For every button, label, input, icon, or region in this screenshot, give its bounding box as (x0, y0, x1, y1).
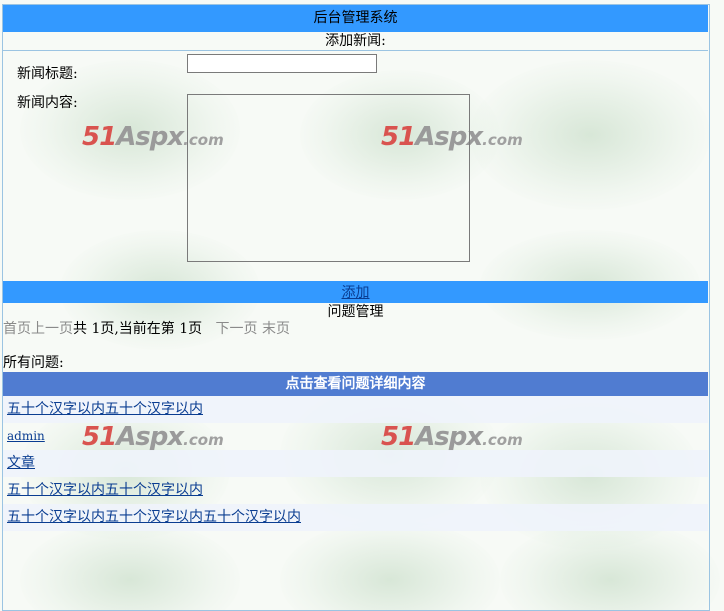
table-row: 五十个汉字以内五十个汉字以内 (3, 477, 708, 504)
divider (3, 50, 708, 51)
add-bar: 添加 (3, 281, 708, 303)
table-row: 文章 (3, 450, 708, 477)
pager-next: 下一页 (215, 321, 258, 337)
news-content-label: 新闻内容: (17, 95, 78, 111)
table-row: 五十个汉字以内五十个汉字以内 (3, 396, 708, 423)
pager-first: 首页 (3, 321, 31, 337)
question-link[interactable]: 五十个汉字以内五十个汉字以内五十个汉字以内 (3, 509, 301, 525)
news-title-input[interactable] (187, 54, 377, 73)
question-link[interactable]: 五十个汉字以内五十个汉字以内 (3, 401, 203, 417)
pager-last: 末页 (261, 321, 290, 337)
table-row: 五十个汉字以内五十个汉字以内五十个汉字以内 (3, 504, 708, 531)
pager: 首页上一页共 1页,当前在第 1页 下一页 末页 (3, 320, 290, 338)
pager-prev: 上一页 (31, 321, 73, 337)
question-management-heading: 问题管理 (327, 304, 384, 320)
add-button[interactable]: 添加 (342, 285, 370, 301)
page-title: 后台管理系统 (3, 5, 708, 32)
pager-summary: 共 1页,当前在第 1页 (73, 321, 203, 337)
question-link[interactable]: 五十个汉字以内五十个汉字以内 (3, 482, 203, 498)
news-content-textarea[interactable] (187, 94, 470, 262)
table-row: admin (3, 423, 708, 450)
table-header: 点击查看问题详细内容 (3, 372, 708, 396)
all-questions-label: 所有问题: (3, 355, 64, 371)
add-news-heading: 添加新闻: (325, 33, 386, 49)
news-title-label: 新闻标题: (17, 66, 78, 82)
question-link[interactable]: admin (3, 429, 45, 443)
question-link[interactable]: 文章 (3, 455, 35, 471)
